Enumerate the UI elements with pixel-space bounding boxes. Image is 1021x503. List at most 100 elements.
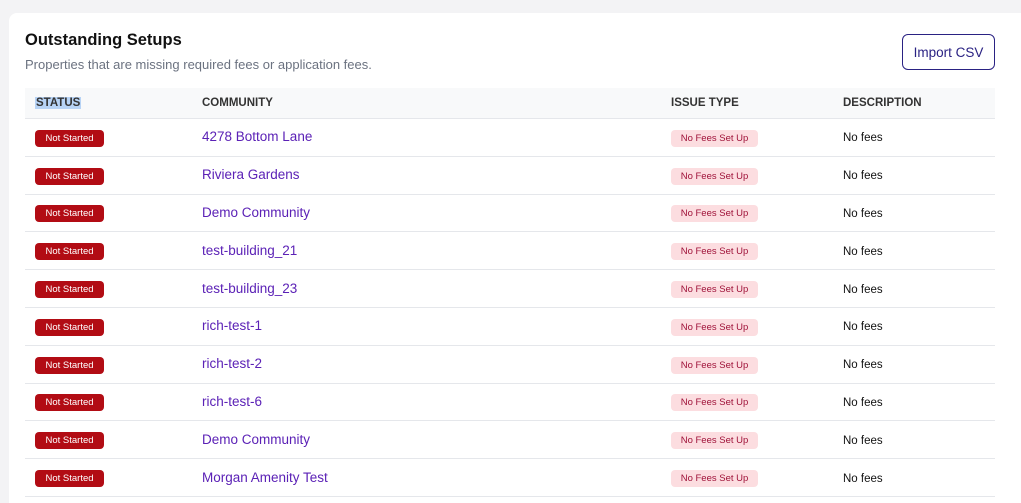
community-cell: test-building_21 bbox=[192, 242, 661, 260]
description-cell: No fees bbox=[833, 393, 995, 411]
description-text: No fees bbox=[843, 283, 883, 296]
table-row[interactable]: Not Started Demo Community No Fees Set Up N… bbox=[25, 421, 995, 460]
community-cell: rich-test-2 bbox=[192, 355, 661, 373]
issue-type-cell: No Fees Set Up bbox=[661, 317, 833, 336]
community-cell: Demo Community bbox=[192, 204, 661, 222]
issue-type-cell: No Fees Set Up bbox=[661, 166, 833, 185]
community-cell: rich-test-6 bbox=[192, 393, 661, 411]
community-cell: Demo Community bbox=[192, 431, 661, 449]
table-row[interactable]: Not Started rich-test-2 No Fees Set Up No f… bbox=[25, 346, 995, 384]
table-row[interactable]: Not Started rich-test-6 No Fees Set Up No f… bbox=[25, 384, 995, 422]
status-cell: Not Started bbox=[25, 468, 192, 488]
description-cell: No fees bbox=[833, 280, 995, 298]
community-link[interactable]: rich-test-2 bbox=[202, 356, 262, 371]
table-row[interactable]: Not Started Morgan Amenity Test No Fees Se… bbox=[25, 459, 995, 497]
status-badge: Not Started bbox=[35, 470, 104, 488]
status-badge: Not Started bbox=[35, 281, 104, 299]
issue-type-cell: No Fees Set Up bbox=[661, 468, 833, 488]
description-text: No fees bbox=[843, 132, 883, 145]
column-header-status[interactable]: STATUS bbox=[25, 97, 192, 109]
import-csv-button[interactable]: Import CSV bbox=[902, 34, 995, 70]
status-cell: Not Started bbox=[25, 241, 192, 261]
description-cell: No fees bbox=[833, 355, 995, 373]
issue-type-badge: No Fees Set Up bbox=[671, 243, 758, 261]
page-title: Outstanding Setups bbox=[25, 31, 182, 49]
table-row[interactable]: Not Started Riviera Gardens No Fees Set Up… bbox=[25, 157, 995, 195]
issue-type-cell: No Fees Set Up bbox=[661, 241, 833, 261]
description-cell: No fees bbox=[833, 469, 995, 487]
status-cell: Not Started bbox=[25, 166, 192, 185]
issue-type-badge: No Fees Set Up bbox=[671, 394, 758, 412]
issue-type-badge: No Fees Set Up bbox=[671, 281, 758, 299]
description-text: No fees bbox=[843, 207, 883, 220]
community-cell: 4278 Bottom Lane bbox=[192, 128, 661, 146]
community-link[interactable]: rich-test-1 bbox=[202, 318, 262, 333]
status-cell: Not Started bbox=[25, 203, 192, 223]
issue-type-badge: No Fees Set Up bbox=[671, 129, 758, 147]
description-text: No fees bbox=[843, 472, 883, 485]
outstanding-setups-table: STATUS COMMUNITY ISSUE TYPE DESCRIPTION … bbox=[25, 88, 995, 497]
issue-type-cell: No Fees Set Up bbox=[661, 392, 833, 412]
description-cell: No fees bbox=[833, 128, 995, 146]
status-badge: Not Started bbox=[35, 394, 104, 412]
issue-type-badge: No Fees Set Up bbox=[671, 318, 758, 336]
table-row[interactable]: Not Started test-building_23 No Fees Set U… bbox=[25, 270, 995, 308]
outstanding-setups-card: Outstanding Setups Properties that are m… bbox=[9, 13, 1021, 503]
issue-type-cell: No Fees Set Up bbox=[661, 128, 833, 147]
issue-type-badge: No Fees Set Up bbox=[671, 167, 758, 185]
status-badge: Not Started bbox=[35, 432, 104, 450]
status-cell: Not Started bbox=[25, 430, 192, 450]
column-header-community[interactable]: COMMUNITY bbox=[192, 97, 661, 109]
status-badge: Not Started bbox=[35, 129, 104, 147]
issue-type-badge: No Fees Set Up bbox=[671, 356, 758, 374]
table-row[interactable]: Not Started Demo Community No Fees Set Up N… bbox=[25, 195, 995, 233]
community-link[interactable]: test-building_21 bbox=[202, 243, 297, 258]
table-header: STATUS COMMUNITY ISSUE TYPE DESCRIPTION bbox=[25, 88, 995, 119]
table-row[interactable]: Not Started test-building_21 No Fees Set U… bbox=[25, 232, 995, 271]
table-body: Not Started 4278 Bottom Lane No Fees Set U… bbox=[25, 119, 995, 497]
description-cell: No fees bbox=[833, 242, 995, 260]
status-badge: Not Started bbox=[35, 318, 104, 336]
description-cell: No fees bbox=[833, 166, 995, 184]
description-cell: No fees bbox=[833, 204, 995, 222]
description-text: No fees bbox=[843, 170, 883, 183]
community-link[interactable]: test-building_23 bbox=[202, 281, 297, 296]
description-cell: No fees bbox=[833, 431, 995, 449]
community-link[interactable]: Morgan Amenity Test bbox=[202, 470, 328, 485]
community-cell: rich-test-1 bbox=[192, 317, 661, 335]
description-text: No fees bbox=[843, 245, 883, 258]
status-badge: Not Started bbox=[35, 356, 104, 374]
issue-type-badge: No Fees Set Up bbox=[671, 205, 758, 223]
description-text: No fees bbox=[843, 396, 883, 409]
community-link[interactable]: Demo Community bbox=[202, 205, 310, 220]
table-row[interactable]: Not Started 4278 Bottom Lane No Fees Set U… bbox=[25, 119, 995, 157]
community-link[interactable]: 4278 Bottom Lane bbox=[202, 129, 312, 144]
status-badge: Not Started bbox=[35, 243, 104, 261]
status-cell: Not Started bbox=[25, 128, 192, 147]
status-badge: Not Started bbox=[35, 167, 104, 185]
community-cell: test-building_23 bbox=[192, 280, 661, 298]
community-link[interactable]: rich-test-6 bbox=[202, 394, 262, 409]
community-link[interactable]: Demo Community bbox=[202, 432, 310, 447]
status-badge: Not Started bbox=[35, 205, 104, 223]
issue-type-cell: No Fees Set Up bbox=[661, 203, 833, 223]
community-cell: Morgan Amenity Test bbox=[192, 469, 661, 487]
column-header-issue-type[interactable]: ISSUE TYPE bbox=[661, 97, 833, 109]
issue-type-cell: No Fees Set Up bbox=[661, 430, 833, 450]
column-header-description[interactable]: DESCRIPTION bbox=[833, 97, 995, 109]
page-subtitle: Properties that are missing required fee… bbox=[25, 57, 372, 72]
issue-type-badge: No Fees Set Up bbox=[671, 432, 758, 450]
issue-type-cell: No Fees Set Up bbox=[661, 279, 833, 299]
description-text: No fees bbox=[843, 359, 883, 372]
table-row[interactable]: Not Started rich-test-1 No Fees Set Up No f… bbox=[25, 308, 995, 346]
community-link[interactable]: Riviera Gardens bbox=[202, 167, 300, 182]
community-cell: Riviera Gardens bbox=[192, 166, 661, 184]
description-text: No fees bbox=[843, 434, 883, 447]
status-cell: Not Started bbox=[25, 392, 192, 412]
issue-type-cell: No Fees Set Up bbox=[661, 355, 833, 374]
status-cell: Not Started bbox=[25, 279, 192, 299]
status-cell: Not Started bbox=[25, 355, 192, 374]
description-text: No fees bbox=[843, 321, 883, 334]
description-cell: No fees bbox=[833, 317, 995, 335]
status-cell: Not Started bbox=[25, 317, 192, 336]
